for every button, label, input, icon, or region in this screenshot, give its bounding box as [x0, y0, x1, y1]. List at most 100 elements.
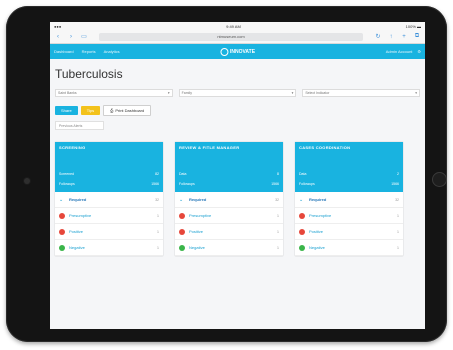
list-item[interactable]: Positive 1	[175, 224, 283, 240]
list-item-count: 32	[395, 197, 399, 202]
list-item-count: 1	[277, 229, 279, 234]
status-red-icon	[59, 228, 65, 235]
card-stat-label: Followups	[59, 182, 75, 186]
chevron-down-icon: ▾	[415, 91, 418, 95]
front-camera	[24, 178, 30, 184]
card-stat-label: Screened	[59, 172, 74, 176]
status-green-icon	[59, 244, 65, 251]
filter-value: Select Indicator	[305, 91, 330, 95]
nav-link-reports[interactable]: Reports	[82, 49, 96, 54]
tabs-icon[interactable]: ⧉	[413, 33, 421, 40]
url-bar[interactable]: ntmuseum.com	[99, 32, 363, 41]
list-item[interactable]: ⌄ Required 32	[295, 192, 403, 208]
chevron-down-icon: ▾	[291, 91, 294, 95]
metric-card-screening[interactable]: SCREENING Screened 82 Followups 1566 ⌄ R…	[55, 142, 163, 256]
list-item[interactable]: Positive 1	[295, 224, 403, 240]
status-red-icon	[179, 228, 185, 235]
card-stat-value: 1566	[151, 182, 159, 186]
list-item[interactable]: Negative 1	[175, 240, 283, 256]
card-stat: Screened 82	[59, 172, 159, 176]
card-grid: SCREENING Screened 82 Followups 1566 ⌄ R…	[50, 130, 425, 256]
list-item[interactable]: Presumptive 1	[55, 208, 163, 224]
list-item-count: 1	[397, 229, 399, 234]
tab-previous-alerts[interactable]: Previous Alerts	[55, 121, 104, 130]
add-tab-icon[interactable]: +	[400, 34, 408, 40]
nav-link-dashboard[interactable]: Dashboard	[54, 49, 74, 54]
list-item[interactable]: ⌄ Required 32	[55, 192, 163, 208]
card-stat-value: 8	[277, 172, 279, 176]
card-header: REVIEW & FITLE MANAGER Data 8 Followups …	[175, 142, 283, 192]
status-green-icon	[299, 244, 305, 251]
home-button[interactable]	[432, 172, 447, 187]
card-stat-label: Data	[299, 172, 307, 176]
card-stat-label: Followups	[179, 182, 195, 186]
book-icon[interactable]: ▭	[80, 33, 88, 40]
tablet-device: ●●● 9:49 AM 100% ▬ ‹ › ▭ ntmuseum.com ↻ …	[6, 6, 447, 342]
page-title: Tuberculosis	[55, 67, 123, 81]
card-title: CASES COORDINATION	[299, 145, 351, 150]
metric-card-review[interactable]: REVIEW & FITLE MANAGER Data 8 Followups …	[175, 142, 283, 256]
list-item[interactable]: Negative 1	[295, 240, 403, 256]
action-buttons: Share Tips ⎙ Print Dashboard	[50, 97, 425, 116]
list-item[interactable]: Positive 1	[55, 224, 163, 240]
list-item-label: Negative	[189, 245, 205, 250]
user-menu[interactable]: Admin Account	[386, 49, 413, 54]
settings-icon[interactable]: ⚙	[417, 49, 421, 54]
card-title: SCREENING	[59, 145, 86, 150]
tablet-screen: ●●● 9:49 AM 100% ▬ ‹ › ▭ ntmuseum.com ↻ …	[50, 22, 425, 329]
list-item-label: Positive	[69, 229, 84, 234]
list-item-label: Positive	[309, 229, 324, 234]
card-header: CASES COORDINATION Data 2 Followups 1566	[295, 142, 403, 192]
list-item-label: Required	[69, 197, 87, 202]
filter-select-location[interactable]: Saint Banks ▾	[55, 89, 173, 97]
list-item-label: Presumptive	[69, 213, 92, 218]
card-stat: Followups 1566	[299, 182, 399, 186]
filter-bar: Saint Banks ▾ Family ▾ Select Indicator …	[50, 81, 425, 97]
status-red-icon	[299, 228, 305, 235]
card-stat-value: 82	[155, 172, 159, 176]
chevron-down-icon: ▾	[167, 91, 170, 95]
status-bar: ●●● 9:49 AM 100% ▬	[50, 22, 425, 30]
chevron-right-icon[interactable]: ›	[67, 34, 75, 40]
signal-indicator: ●●●	[54, 23, 62, 29]
card-stat: Followups 1566	[59, 182, 159, 186]
card-stat-value: 2	[397, 172, 399, 176]
chevron-left-icon[interactable]: ‹	[54, 34, 62, 40]
printer-icon: ⎙	[110, 108, 114, 113]
tips-button[interactable]: Tips	[80, 106, 101, 115]
filter-select-group[interactable]: Family ▾	[178, 89, 297, 97]
print-dashboard-label: Print Dashboard	[115, 108, 145, 113]
card-title: REVIEW & FITLE MANAGER	[179, 145, 240, 150]
list-item[interactable]: Presumptive 1	[295, 208, 403, 224]
browser-toolbar: ‹ › ▭ ntmuseum.com ↻ ↑ + ⧉	[50, 30, 425, 44]
print-dashboard-button[interactable]: ⎙ Print Dashboard	[103, 105, 152, 116]
metric-card-cases[interactable]: CASES COORDINATION Data 2 Followups 1566…	[295, 142, 403, 256]
app-logo[interactable]: INNOVATE	[219, 47, 256, 56]
card-stat: Data 2	[299, 172, 399, 176]
app-navbar: Dashboard Reports Analytics INNOVATE Adm…	[50, 44, 425, 59]
chevron-down-icon: ⌄	[179, 196, 184, 203]
list-item-count: 1	[277, 245, 279, 250]
list-item-count: 32	[155, 197, 159, 202]
share-icon[interactable]: ↑	[387, 34, 395, 40]
list-item[interactable]: Negative 1	[55, 240, 163, 256]
list-item-label: Presumptive	[189, 213, 212, 218]
card-stat-label: Data	[179, 172, 187, 176]
chevron-down-icon: ⌄	[59, 196, 64, 203]
chevron-down-icon: ⌄	[299, 196, 304, 203]
share-button[interactable]: Share	[55, 106, 78, 115]
filter-value: Saint Banks	[58, 91, 77, 95]
nav-link-analytics[interactable]: Analytics	[104, 49, 120, 54]
list-item-label: Negative	[69, 245, 85, 250]
logo-text: INNOVATE	[229, 48, 256, 55]
reload-icon[interactable]: ↻	[374, 33, 382, 40]
list-item[interactable]: ⌄ Required 32	[175, 192, 283, 208]
list-item-label: Presumptive	[309, 213, 332, 218]
list-item-count: 1	[157, 245, 159, 250]
list-item-label: Required	[309, 197, 327, 202]
card-stat: Followups 1566	[179, 182, 279, 186]
filter-select-indicator[interactable]: Select Indicator ▾	[302, 89, 421, 97]
list-item[interactable]: Presumptive 1	[175, 208, 283, 224]
status-time: 9:49 AM	[226, 23, 241, 29]
url-text: ntmuseum.com	[217, 34, 245, 39]
